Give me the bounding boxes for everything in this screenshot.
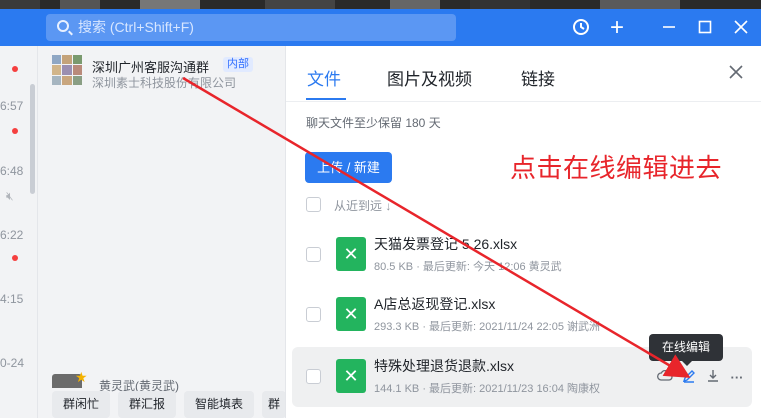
retention-notice: 聊天文件至少保留 180 天 [306, 116, 441, 130]
chip-more[interactable]: 群 [262, 391, 286, 418]
file-meta: 293.3 KB · 最后更新: 2021/11/24 22:05 谢武洲 [374, 321, 601, 333]
chat-subtitle: 深圳素士科技股份有限公司 [92, 76, 237, 90]
conversation-list[interactable]: 6:57 6:48 🔇︎ 6:22 4:15 0-24 [0, 46, 38, 418]
chat-pane: 深圳广州客服沟通群 内部 深圳素士科技股份有限公司 ★ 黄灵武(黄灵武) 群闲忙… [39, 46, 286, 418]
excel-file-icon: ✕ [336, 297, 366, 331]
mute-icon: 🔇︎ [6, 189, 14, 203]
search-input[interactable]: 搜索 (Ctrl+Shift+F) [46, 14, 456, 41]
search-placeholder: 搜索 (Ctrl+Shift+F) [78, 19, 194, 35]
file-name[interactable]: 特殊处理退货退款.xlsx [374, 356, 514, 376]
file-checkbox[interactable] [306, 247, 321, 262]
excel-file-icon: ✕ [336, 359, 366, 393]
files-panel: 文件 图片及视频 链接 聊天文件至少保留 180 天 上传 / 新建 点击在线编… [285, 46, 761, 418]
file-checkbox[interactable] [306, 307, 321, 322]
group-avatar[interactable] [52, 55, 82, 85]
edit-online-tooltip: 在线编辑 [649, 334, 723, 366]
conversation-time: 6:57 [0, 99, 24, 113]
chip-smart-form[interactable]: 智能填表 [184, 391, 254, 418]
unread-dot [12, 66, 18, 72]
plus-icon[interactable]: + [606, 16, 628, 40]
tab-media[interactable]: 图片及视频 [387, 65, 472, 90]
scrollbar[interactable] [30, 84, 35, 194]
minimize-icon[interactable] [658, 17, 680, 39]
upload-new-button[interactable]: 上传 / 新建 [305, 152, 392, 183]
excel-file-icon: ✕ [336, 237, 366, 271]
thumbnail-strip [0, 0, 761, 9]
chip-qunxianmang[interactable]: 群闲忙 [52, 391, 110, 418]
maximize-icon[interactable] [694, 17, 716, 39]
tab-files[interactable]: 文件 [307, 65, 341, 90]
active-tab-indicator [306, 98, 346, 100]
more-icon[interactable]: ··· [728, 369, 746, 387]
history-icon[interactable] [570, 17, 592, 39]
cloud-save-icon[interactable] [656, 369, 674, 387]
edit-online-icon[interactable] [680, 369, 698, 387]
file-meta: 144.1 KB · 最后更新: 2021/11/23 16:04 陶康权 [374, 383, 601, 395]
select-all-checkbox[interactable] [306, 197, 321, 212]
conversation-time: 4:15 [0, 292, 24, 306]
divider [286, 101, 761, 102]
download-icon[interactable] [704, 369, 722, 387]
chip-qunhuibao[interactable]: 群汇报 [118, 391, 176, 418]
file-checkbox[interactable] [306, 369, 321, 384]
title-bar: 搜索 (Ctrl+Shift+F) + [0, 9, 761, 46]
unread-dot [12, 255, 18, 261]
close-window-icon[interactable] [730, 17, 752, 39]
sort-toggle[interactable]: 从近到远 ↓ [334, 197, 391, 214]
file-row[interactable]: ✕ 天猫发票登记 5.26.xlsx 80.5 KB · 最后更新: 今天 12… [292, 225, 752, 285]
conversation-time: 6:22 [0, 228, 24, 242]
annotation-text: 点击在线编辑进去 [510, 153, 723, 183]
internal-badge: 内部 [223, 57, 253, 72]
tab-links[interactable]: 链接 [521, 65, 555, 90]
unread-dot [12, 128, 18, 134]
file-name[interactable]: A店总返现登记.xlsx [374, 294, 495, 314]
file-meta: 80.5 KB · 最后更新: 今天 12:06 黄灵武 [374, 261, 562, 273]
star-icon: ★ [75, 369, 88, 385]
conversation-time: 6:48 [0, 164, 24, 178]
app-window: 搜索 (Ctrl+Shift+F) + 6:57 6:48 🔇︎ 6:22 4:… [0, 0, 761, 418]
file-name[interactable]: 天猫发票登记 5.26.xlsx [374, 234, 517, 254]
close-icon[interactable] [726, 63, 746, 83]
search-icon [57, 20, 69, 32]
conversation-time: 0-24 [0, 356, 25, 370]
